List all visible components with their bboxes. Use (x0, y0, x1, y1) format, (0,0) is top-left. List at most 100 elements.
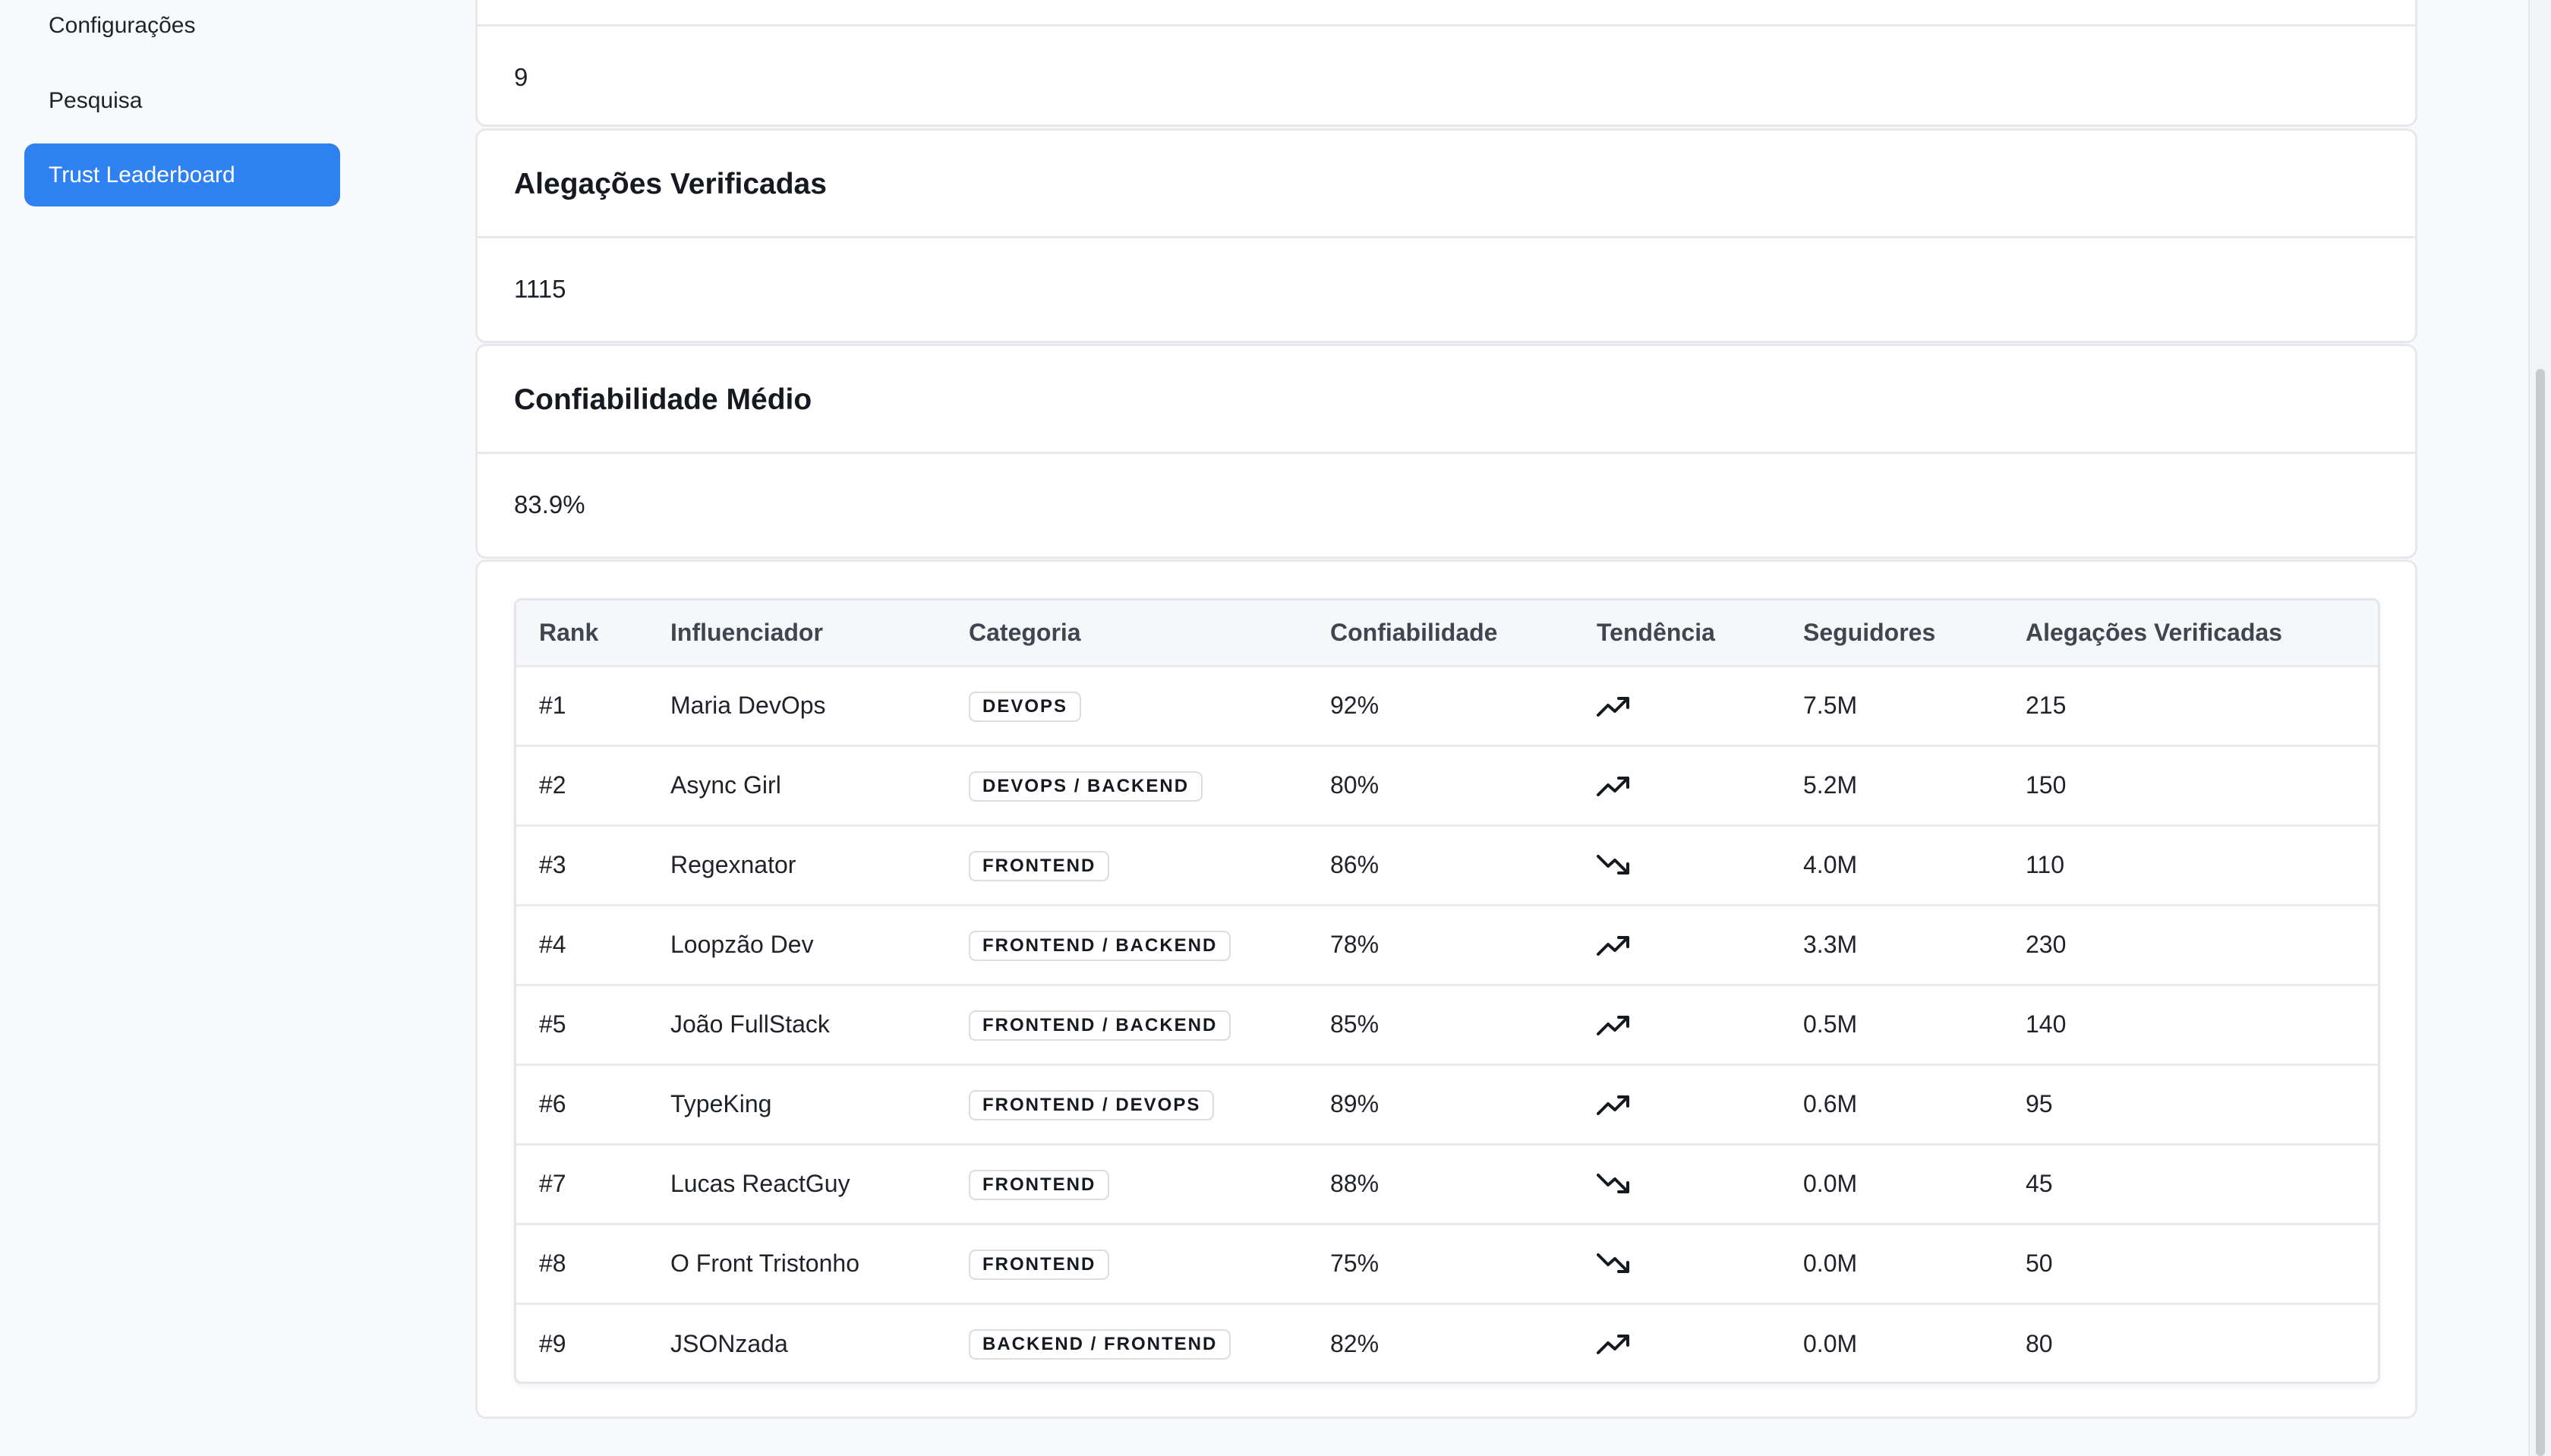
stat-value: 9 (514, 63, 528, 91)
trend-cell (1574, 1064, 1780, 1144)
rank-cell: #6 (539, 1090, 566, 1117)
trending-up-icon (1597, 934, 1780, 956)
verified-claims-cell: 230 (2026, 931, 2067, 958)
sidebar-item-configuracoes[interactable]: Configurações (24, 0, 340, 57)
trending-down-icon (1597, 1173, 1780, 1196)
column-header-reliability[interactable]: Confiabilidade (1307, 600, 1574, 666)
trend-cell (1574, 905, 1780, 985)
column-header-influencer[interactable]: Influenciador (648, 600, 946, 666)
reliability-cell: 75% (1330, 1250, 1380, 1277)
table-row[interactable]: #8 O Front Tristonho FRONTEND 75% 0.0M 50 (516, 1224, 2378, 1303)
page-scrollbar[interactable] (2528, 0, 2551, 1456)
trending-up-icon (1597, 1093, 1780, 1116)
stat-value: 1115 (514, 275, 566, 303)
card-header-partial (478, 0, 2415, 27)
table-header-row: Rank Influenciador Categoria Confiabilid… (516, 600, 2378, 666)
verified-claims-cell: 215 (2026, 692, 2067, 719)
followers-cell: 0.0M (1803, 1170, 1858, 1197)
reliability-cell: 78% (1330, 931, 1380, 958)
trend-cell (1574, 1144, 1780, 1224)
verified-claims-cell: 80 (2026, 1329, 2053, 1357)
category-badge: FRONTEND / BACKEND (969, 930, 1231, 961)
category-badge: FRONTEND (969, 1249, 1110, 1280)
category-cell: BACKEND / FRONTEND (946, 1303, 1307, 1382)
influencer-name[interactable]: Maria DevOps (648, 666, 946, 745)
trending-up-icon (1597, 1332, 1780, 1355)
verified-claims-cell: 45 (2026, 1170, 2053, 1197)
sidebar-item-trust-leaderboard[interactable]: Trust Leaderboard (24, 143, 340, 206)
trending-down-icon (1597, 854, 1780, 877)
followers-cell: 0.0M (1803, 1329, 1858, 1357)
influencer-name[interactable]: Loopzão Dev (648, 905, 946, 985)
leaderboard-table: Rank Influenciador Categoria Confiabilid… (516, 600, 2378, 1382)
column-header-category[interactable]: Categoria (946, 600, 1307, 666)
column-header-followers[interactable]: Seguidores (1780, 600, 2003, 666)
column-header-verified-claims[interactable]: Alegações Verificadas (2003, 600, 2378, 666)
sidebar-item-pesquisa[interactable]: Pesquisa (24, 69, 340, 132)
trending-up-icon (1597, 1013, 1780, 1036)
reliability-cell: 92% (1330, 692, 1380, 719)
category-badge: DEVOPS / BACKEND (969, 771, 1203, 802)
followers-cell: 0.0M (1803, 1250, 1858, 1277)
trending-up-icon (1597, 695, 1780, 717)
trend-cell (1574, 1224, 1780, 1303)
category-badge: DEVOPS (969, 691, 1082, 722)
trend-cell (1574, 745, 1780, 825)
table-row[interactable]: #2 Async Girl DEVOPS / BACKEND 80% 5.2M 150 (516, 745, 2378, 825)
reliability-cell: 86% (1330, 851, 1380, 878)
influencer-name[interactable]: João FullStack (648, 985, 946, 1064)
category-cell: FRONTEND / DEVOPS (946, 1064, 1307, 1144)
category-cell: FRONTEND (946, 825, 1307, 905)
verified-claims-cell: 95 (2026, 1090, 2053, 1117)
category-badge: FRONTEND (969, 850, 1110, 881)
table-row[interactable]: #4 Loopzão Dev FRONTEND / BACKEND 78% 3.3M 23… (516, 905, 2378, 985)
table-row[interactable]: #1 Maria DevOps DEVOPS 92% 7.5M 215 (516, 666, 2378, 745)
rank-cell: #1 (539, 692, 566, 719)
rank-cell: #8 (539, 1250, 566, 1277)
category-cell: DEVOPS (946, 666, 1307, 745)
table-row[interactable]: #6 TypeKing FRONTEND / DEVOPS 89% 0.6M 95 (516, 1064, 2378, 1144)
influencer-name[interactable]: TypeKing (648, 1064, 946, 1144)
category-cell: FRONTEND (946, 1144, 1307, 1224)
table-row[interactable]: #7 Lucas ReactGuy FRONTEND 88% 0.0M 45 (516, 1144, 2378, 1224)
followers-cell: 3.3M (1803, 931, 1858, 958)
rank-cell: #4 (539, 931, 566, 958)
reliability-cell: 88% (1330, 1170, 1380, 1197)
table-row[interactable]: #5 João FullStack FRONTEND / BACKEND 85% 0.5… (516, 985, 2378, 1064)
influencer-name[interactable]: Lucas ReactGuy (648, 1144, 946, 1224)
rank-cell: #2 (539, 771, 566, 799)
verified-claims-cell: 110 (2026, 851, 2065, 878)
followers-cell: 5.2M (1803, 771, 1858, 799)
stat-card-avg-reliability: Confiabilidade Médio 83.9% (475, 344, 2417, 559)
sidebar: Configurações Pesquisa Trust Leaderboard (0, 0, 395, 1456)
reliability-cell: 89% (1330, 1090, 1380, 1117)
rank-cell: #3 (539, 851, 566, 878)
category-cell: FRONTEND / BACKEND (946, 985, 1307, 1064)
reliability-cell: 80% (1330, 771, 1380, 799)
table-row[interactable]: #3 Regexnator FRONTEND 86% 4.0M 110 (516, 825, 2378, 905)
stat-value: 83.9% (514, 490, 585, 518)
reliability-cell: 82% (1330, 1329, 1380, 1357)
scrollbar-thumb[interactable] (2536, 369, 2545, 1456)
verified-claims-cell: 50 (2026, 1250, 2053, 1277)
influencer-name[interactable]: O Front Tristonho (648, 1224, 946, 1303)
followers-cell: 0.5M (1803, 1010, 1858, 1038)
trend-cell (1574, 666, 1780, 745)
influencer-name[interactable]: Regexnator (648, 825, 946, 905)
influencer-name[interactable]: Async Girl (648, 745, 946, 825)
leaderboard-body: #1 Maria DevOps DEVOPS 92% 7.5M 215 #2 Async Gi… (516, 666, 2378, 1382)
category-badge: FRONTEND / BACKEND (969, 1010, 1231, 1041)
card-title: Alegações Verificadas (478, 131, 2415, 238)
leaderboard-card: Rank Influenciador Categoria Confiabilid… (475, 559, 2417, 1419)
category-cell: FRONTEND / BACKEND (946, 905, 1307, 985)
reliability-cell: 85% (1330, 1010, 1380, 1038)
trending-down-icon (1597, 1253, 1780, 1275)
influencer-name[interactable]: JSONzada (648, 1303, 946, 1382)
followers-cell: 0.6M (1803, 1090, 1858, 1117)
trend-cell (1574, 985, 1780, 1064)
leaderboard-table-container: Rank Influenciador Categoria Confiabilid… (514, 598, 2380, 1384)
column-header-trend[interactable]: Tendência (1574, 600, 1780, 666)
stat-card-partial: 9 (475, 0, 2417, 127)
table-row[interactable]: #9 JSONzada BACKEND / FRONTEND 82% 0.0M 80 (516, 1303, 2378, 1382)
column-header-rank[interactable]: Rank (516, 600, 648, 666)
